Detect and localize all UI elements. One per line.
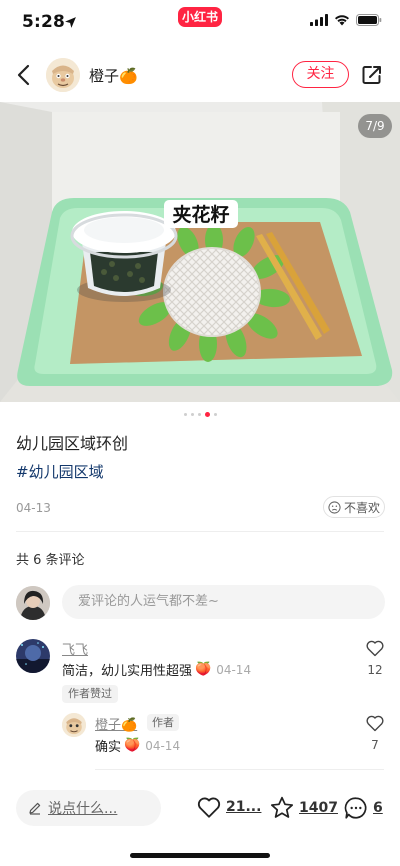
- signal-icon: [310, 14, 328, 26]
- say-something-input[interactable]: 说点什么...: [16, 790, 161, 826]
- carousel-dot-active: [204, 411, 210, 417]
- follow-button[interactable]: 关注: [292, 61, 349, 88]
- tray-sign-text: 夹花籽: [172, 203, 229, 226]
- like-count: 21...: [226, 799, 262, 815]
- reply-name[interactable]: 橙子🍊: [95, 714, 137, 733]
- divider: [16, 531, 384, 532]
- reply-text-row: 确实 🍑 04-14: [95, 736, 180, 755]
- bottom-bar: 说点什么... 21... 1407 6: [0, 780, 400, 866]
- collect-count: 1407: [299, 800, 338, 816]
- comment-date: 04-14: [216, 662, 252, 677]
- divider: [95, 769, 384, 770]
- reply-emoji: 🍑: [124, 738, 141, 753]
- dislike-face-icon: [328, 500, 341, 514]
- carousel-dot: [197, 412, 201, 416]
- carousel-dot: [213, 412, 217, 416]
- wifi-icon: [335, 15, 349, 26]
- reply-avatar[interactable]: [62, 713, 86, 737]
- status-time: 5:28: [22, 12, 66, 32]
- page-indicator: 7/9: [358, 114, 392, 138]
- author-tag: 作者: [147, 714, 179, 731]
- comment-button[interactable]: 6: [343, 795, 383, 821]
- back-button[interactable]: [12, 62, 38, 88]
- pencil-icon: [29, 802, 41, 815]
- status-icons: [310, 14, 382, 26]
- battery-icon: [356, 14, 382, 26]
- comment-text-row: 简洁，幼儿实用性超强 🍑 04-14: [62, 660, 251, 679]
- author-name[interactable]: 橙子🍊: [89, 65, 138, 86]
- back-icon: [17, 64, 30, 86]
- post-title: 幼儿园区域环创: [16, 434, 129, 453]
- comment-emoji: 🍑: [195, 662, 212, 677]
- commenter-avatar[interactable]: [16, 639, 50, 673]
- dislike-button[interactable]: 不喜欢: [323, 496, 385, 518]
- post-image[interactable]: 夹花籽 7/9: [0, 102, 400, 402]
- like-button[interactable]: 21...: [196, 795, 261, 819]
- comment-text: 简洁，幼儿实用性超强: [62, 664, 193, 679]
- star-icon: [270, 796, 294, 818]
- hashtag-link[interactable]: #幼儿园区域: [16, 461, 104, 482]
- comment-input[interactable]: 爱评论的人运气都不差~: [62, 585, 385, 619]
- my-avatar: [16, 586, 50, 620]
- reply-like-button[interactable]: 7: [360, 714, 390, 752]
- collect-button[interactable]: 1407: [269, 795, 338, 821]
- comment-like-count: 12: [367, 663, 383, 677]
- comment-like-button[interactable]: 12: [360, 639, 390, 677]
- heart-icon: [197, 797, 221, 818]
- post-date: 04-13: [16, 501, 51, 515]
- comment-icon: [344, 797, 367, 819]
- heart-icon: [366, 715, 384, 732]
- home-indicator[interactable]: [130, 853, 270, 858]
- commenter-name[interactable]: 飞飞: [62, 639, 88, 658]
- say-placeholder: 说点什么...: [48, 801, 118, 817]
- author-avatar[interactable]: [46, 58, 80, 92]
- share-button[interactable]: [360, 63, 384, 87]
- author-liked-badge: 作者赞过: [62, 685, 118, 703]
- carousel-dots: [0, 410, 400, 418]
- dislike-label: 不喜欢: [343, 500, 380, 515]
- heart-icon: [366, 640, 384, 657]
- carousel-dot: [183, 412, 187, 416]
- app-badge: 小红书: [178, 7, 222, 27]
- reply-like-count: 7: [371, 738, 379, 752]
- comment-count: 共 6 条评论: [16, 553, 85, 568]
- post-header: 橙子🍊 关注: [0, 48, 400, 102]
- location-arrow-icon: [64, 14, 77, 33]
- share-icon: [362, 66, 381, 84]
- status-bar: 5:28 小红书: [0, 0, 400, 46]
- comment-count-bottom: 6: [373, 800, 383, 816]
- reply-text: 确实: [95, 740, 122, 755]
- reply-date: 04-14: [145, 738, 181, 753]
- carousel-dot: [190, 412, 194, 416]
